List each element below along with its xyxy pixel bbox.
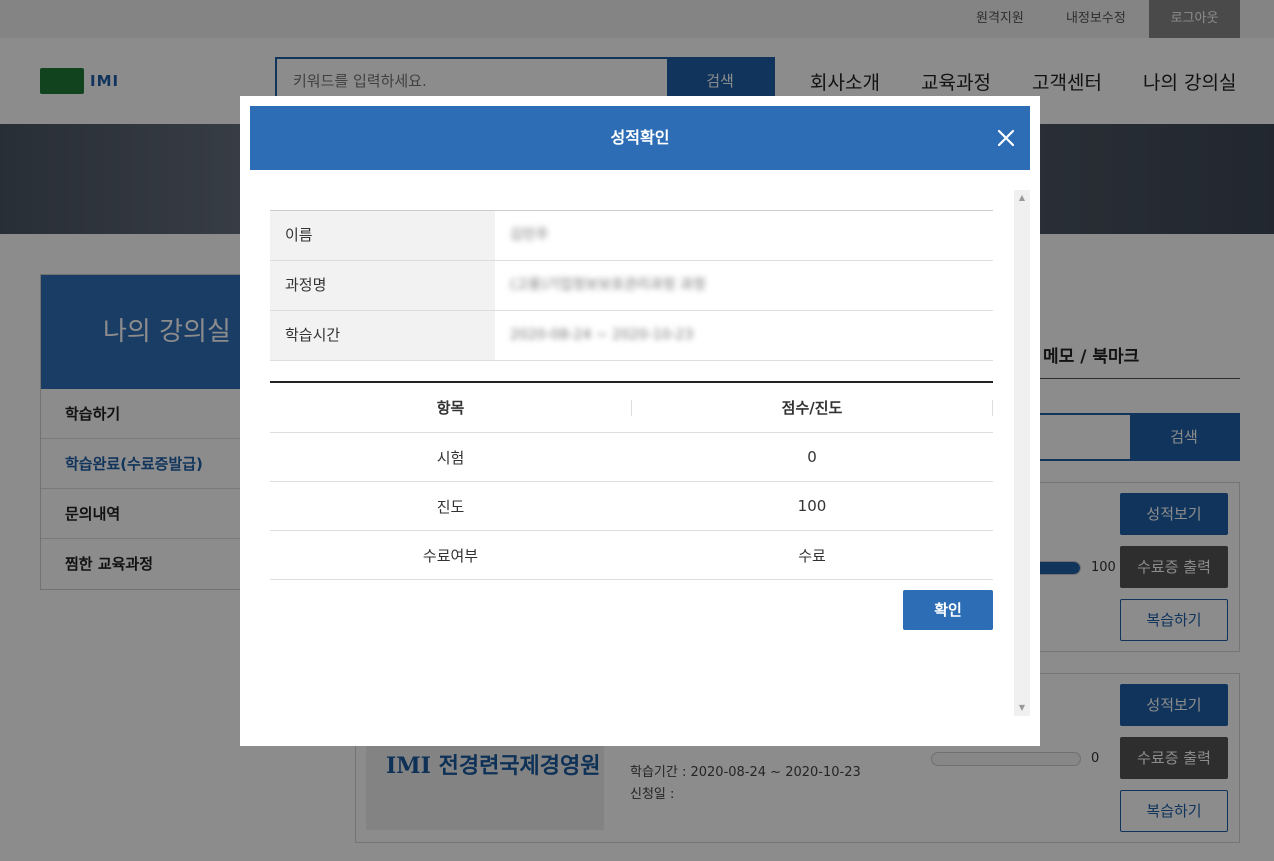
modal-scrollbar[interactable]: ▲ ▼ bbox=[1014, 190, 1030, 716]
info-row-course: 과정명 (고용)기업정보보호관리과정 과정 bbox=[270, 261, 993, 311]
info-value: 2020-08-24 ~ 2020-10-23 bbox=[510, 327, 694, 343]
grade-item: 진도 bbox=[436, 497, 465, 516]
grade-item: 수료여부 bbox=[422, 546, 479, 565]
modal-body: 이름 김민주 과정명 (고용)기업정보보호관리과정 과정 학습시간 2020-0… bbox=[250, 190, 1030, 716]
grade-table: 항목 점수/진도 시험 0 진도 100 수료여부 수료 bbox=[270, 381, 993, 580]
grade-score: 100 bbox=[797, 497, 827, 515]
grade-score: 수료 bbox=[798, 546, 826, 565]
scroll-down-icon[interactable]: ▼ bbox=[1014, 700, 1030, 716]
confirm-button[interactable]: 확인 bbox=[903, 590, 993, 630]
column-header-item: 항목 bbox=[436, 399, 465, 417]
grade-check-modal: 성적확인 이름 김민주 과정명 (고용)기업정보보호관리과정 과정 학습시간 2… bbox=[240, 96, 1040, 746]
student-info-table: 이름 김민주 과정명 (고용)기업정보보호관리과정 과정 학습시간 2020-0… bbox=[270, 210, 993, 361]
info-row-name: 이름 김민주 bbox=[270, 211, 993, 261]
column-divider bbox=[992, 400, 993, 416]
table-row: 진도 100 bbox=[270, 482, 993, 531]
info-value: (고용)기업정보보호관리과정 과정 bbox=[510, 277, 706, 293]
table-row: 수료여부 수료 bbox=[270, 531, 993, 580]
info-label: 이름 bbox=[270, 211, 495, 260]
close-icon[interactable] bbox=[994, 126, 1018, 150]
scroll-up-icon[interactable]: ▲ bbox=[1014, 190, 1030, 206]
info-label: 학습시간 bbox=[270, 311, 495, 360]
info-row-study-time: 학습시간 2020-08-24 ~ 2020-10-23 bbox=[270, 311, 993, 361]
table-row: 시험 0 bbox=[270, 433, 993, 482]
grade-header-row: 항목 점수/진도 bbox=[270, 383, 993, 433]
grade-score: 0 bbox=[807, 448, 817, 466]
grade-item: 시험 bbox=[436, 448, 465, 467]
modal-header: 성적확인 bbox=[250, 106, 1030, 170]
column-header-score: 점수/진도 bbox=[781, 399, 843, 417]
modal-title: 성적확인 bbox=[610, 128, 670, 147]
info-label: 과정명 bbox=[270, 261, 495, 310]
info-value: 김민주 bbox=[510, 227, 549, 243]
